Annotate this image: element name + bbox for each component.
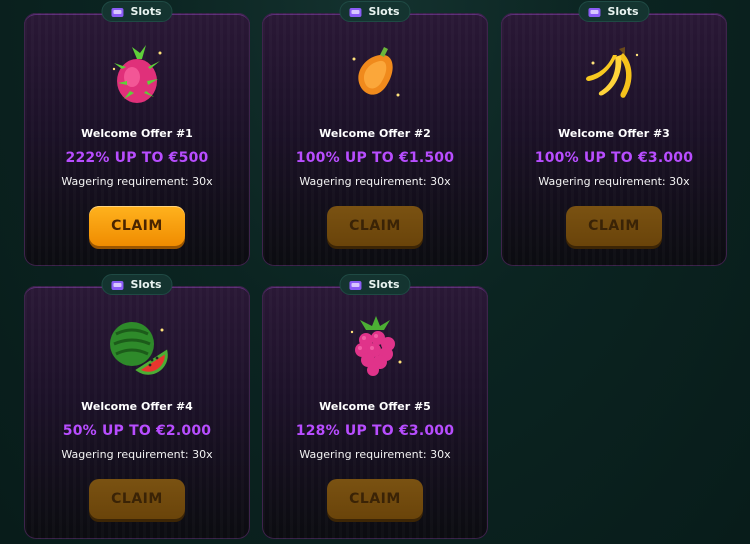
slot-machine-icon	[349, 280, 362, 290]
offer-title: Welcome Offer #1	[81, 127, 193, 140]
category-label: Slots	[130, 278, 162, 291]
offer-title: Welcome Offer #2	[319, 127, 431, 140]
slot-machine-icon	[588, 7, 601, 17]
wagering-requirement: Wagering requirement: 30x	[61, 175, 213, 188]
offer-title: Welcome Offer #5	[319, 400, 431, 413]
offer-amount: 100% UP TO €3.000	[534, 150, 694, 166]
banana-icon	[586, 47, 639, 98]
watermelon-icon	[110, 322, 168, 375]
category-badge: Slots	[339, 274, 411, 295]
slot-machine-icon	[349, 7, 362, 17]
category-label: Slots	[368, 278, 400, 291]
category-label: Slots	[607, 5, 639, 18]
offer-amount: 100% UP TO €1.500	[295, 150, 455, 166]
offer-amount: 222% UP TO €500	[65, 150, 209, 166]
offer-card-3: Slots Welcome Offer #3 100% UP TO €3.000…	[501, 1, 727, 266]
category-badge: Slots	[101, 1, 173, 22]
wagering-requirement: Wagering requirement: 30x	[299, 175, 451, 188]
raspberry-icon	[350, 316, 402, 376]
claim-button[interactable]: CLAIM	[89, 206, 185, 246]
category-badge: Slots	[101, 274, 173, 295]
slot-machine-icon	[111, 7, 124, 17]
claim-button[interactable]: CLAIM	[566, 206, 662, 246]
category-badge: Slots	[339, 1, 411, 22]
offer-title: Welcome Offer #4	[81, 400, 193, 413]
papaya-icon	[352, 47, 400, 97]
offer-card-5: Slots Welcome Offer #5 128% UP TO €3.000…	[262, 274, 488, 539]
offer-amount: 50% UP TO €2.000	[62, 423, 212, 439]
offer-card-2: Slots Welcome Offer #2 100% UP TO €1.500…	[262, 1, 488, 266]
claim-button[interactable]: CLAIM	[327, 206, 423, 246]
category-label: Slots	[368, 5, 400, 18]
offer-card-4: Slots Welcome Offer #4 50% UP TO €2.000 …	[24, 274, 250, 539]
offer-amount: 128% UP TO €3.000	[295, 423, 455, 439]
claim-button[interactable]: CLAIM	[89, 479, 185, 519]
wagering-requirement: Wagering requirement: 30x	[538, 175, 690, 188]
slot-machine-icon	[111, 280, 124, 290]
dragon-fruit-icon	[112, 45, 162, 103]
offer-card-1: Slots Welcome Offer #1 222% UP TO €500 W…	[24, 1, 250, 266]
wagering-requirement: Wagering requirement: 30x	[61, 448, 213, 461]
category-badge: Slots	[578, 1, 650, 22]
wagering-requirement: Wagering requirement: 30x	[299, 448, 451, 461]
category-label: Slots	[130, 5, 162, 18]
offer-title: Welcome Offer #3	[558, 127, 670, 140]
claim-button[interactable]: CLAIM	[327, 479, 423, 519]
